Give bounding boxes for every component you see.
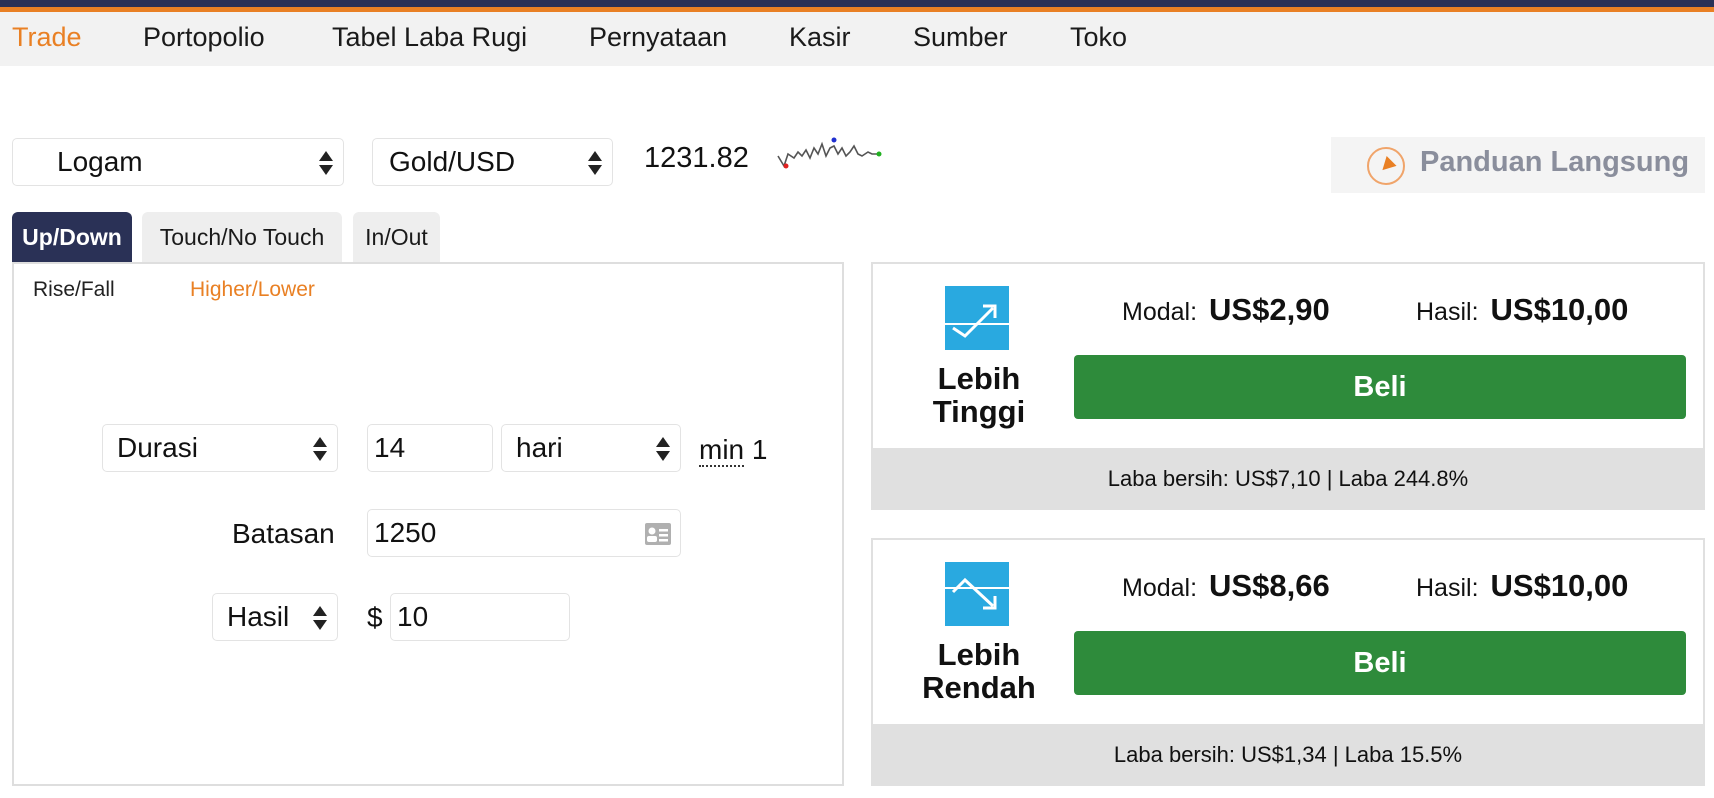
amount-value: 10 <box>397 601 429 632</box>
live-guide-button[interactable]: Panduan Langsung <box>1331 137 1705 193</box>
duration-amount-input[interactable]: 14 <box>367 424 493 472</box>
buy-higher-button[interactable]: Beli <box>1074 355 1686 419</box>
tab-up-down[interactable]: Up/Down <box>12 212 132 262</box>
nav-portfolio[interactable]: Portopolio <box>143 22 265 53</box>
select-arrows-icon <box>313 435 327 463</box>
nav-trade[interactable]: Trade <box>12 22 82 53</box>
id-card-icon[interactable] <box>644 522 672 546</box>
min-duration-hint: min 1 <box>699 434 768 467</box>
nav-statement[interactable]: Pernyataan <box>589 22 727 53</box>
stake-row: Modal: US$8,66 <box>1122 568 1330 604</box>
nav-cashier[interactable]: Kasir <box>789 22 851 53</box>
top-stripe <box>0 0 1714 12</box>
payout-value: US$10,00 <box>1490 292 1629 327</box>
subtab-rise-fall[interactable]: Rise/Fall <box>33 278 115 302</box>
subtab-higher-lower[interactable]: Higher/Lower <box>190 278 315 302</box>
contract-title-line1: Lebih <box>937 637 1021 672</box>
tab-in-out[interactable]: In/Out <box>353 212 440 262</box>
payout-label: Hasil: <box>1416 574 1479 602</box>
net-profit-info: Laba bersih: US$1,34 | Laba 15.5% <box>873 724 1703 786</box>
contract-title-line2: Tinggi <box>932 394 1026 429</box>
nav-profit-table[interactable]: Tabel Laba Rugi <box>332 22 527 53</box>
market-category-value: Logam <box>57 146 143 177</box>
duration-unit-select[interactable]: hari <box>501 424 681 472</box>
currency-symbol: $ <box>367 602 383 633</box>
main-navbar: Trade Portopolio Tabel Laba Rugi Pernyat… <box>0 12 1714 66</box>
contract-card-lower: Lebih Rendah Modal: US$8,66 Hasil: US$10… <box>871 538 1705 786</box>
contract-card-higher: Lebih Tinggi Modal: US$2,90 Hasil: US$10… <box>871 262 1705 510</box>
nav-shop[interactable]: Toko <box>1070 22 1127 53</box>
payout-row: Hasil: US$10,00 <box>1416 568 1628 604</box>
spot-price: 1231.82 <box>644 142 749 174</box>
barrier-label: Batasan <box>232 518 335 549</box>
contract-title-line2: Rendah <box>922 670 1036 705</box>
contract-title: Lebih Tinggi <box>873 362 1085 428</box>
market-symbol-select[interactable]: Gold/USD <box>372 138 613 186</box>
arrow-up-chart-icon <box>945 286 1009 350</box>
net-profit-info: Laba bersih: US$7,10 | Laba 244.8% <box>873 448 1703 510</box>
select-arrows-icon <box>313 604 327 632</box>
min-duration-value: 1 <box>751 434 768 465</box>
contract-title-line1: Lebih <box>937 361 1021 396</box>
price-sparkline <box>777 137 882 169</box>
stake-value: US$8,66 <box>1209 568 1330 603</box>
amount-type-select[interactable]: Hasil <box>212 593 338 641</box>
barrier-value: 1250 <box>374 517 437 548</box>
amount-input[interactable]: 10 <box>390 593 570 641</box>
min-duration-label: min <box>699 434 745 467</box>
payout-row: Hasil: US$10,00 <box>1416 292 1628 328</box>
select-arrows-icon <box>319 149 333 177</box>
payout-label: Hasil: <box>1416 298 1479 326</box>
duration-type-value: Durasi <box>117 432 198 463</box>
stake-label: Modal: <box>1122 574 1198 602</box>
buy-lower-button[interactable]: Beli <box>1074 631 1686 695</box>
duration-unit-value: hari <box>516 432 563 463</box>
select-arrows-icon <box>588 149 602 177</box>
duration-type-select[interactable]: Durasi <box>102 424 338 472</box>
payout-value: US$10,00 <box>1490 568 1629 603</box>
market-symbol-value: Gold/USD <box>389 146 516 177</box>
stake-row: Modal: US$2,90 <box>1122 292 1330 328</box>
trade-form-panel: Rise/Fall Higher/Lower Durasi 14 hari mi… <box>12 262 844 786</box>
contract-title: Lebih Rendah <box>873 638 1085 704</box>
select-arrows-icon <box>656 435 670 463</box>
stake-value: US$2,90 <box>1209 292 1330 327</box>
navigation-arrow-icon <box>1367 147 1405 185</box>
duration-amount-value: 14 <box>374 432 406 463</box>
tab-touch-no-touch[interactable]: Touch/No Touch <box>142 212 342 262</box>
barrier-input[interactable]: 1250 <box>367 509 681 557</box>
market-category-select[interactable]: Logam <box>12 138 344 186</box>
arrow-down-chart-icon <box>945 562 1009 626</box>
stake-label: Modal: <box>1122 298 1198 326</box>
live-guide-label: Panduan Langsung <box>1420 146 1690 178</box>
amount-type-value: Hasil <box>227 601 290 632</box>
nav-resources[interactable]: Sumber <box>913 22 1008 53</box>
